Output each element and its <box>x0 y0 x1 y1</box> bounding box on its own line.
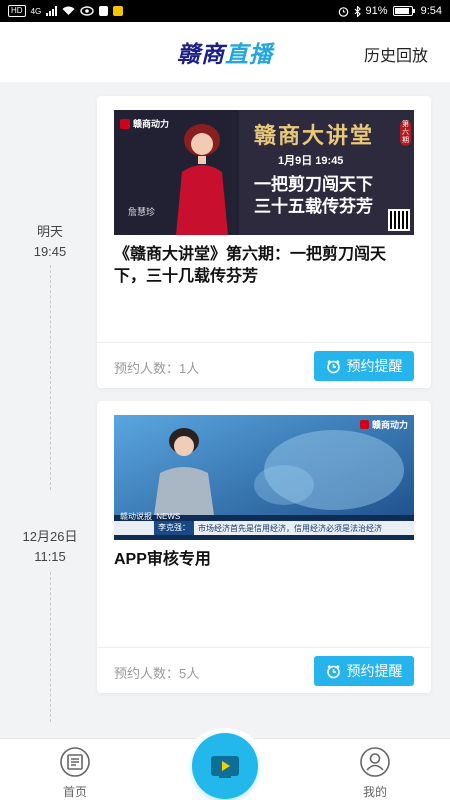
live-thumbnail[interactable]: 赣商动力 赣商大讲堂 第六期 1月9日 19:45 一把剪刀闯天下 三十五载传芬… <box>114 110 414 235</box>
live-card[interactable]: 赣商动力 赣动说报 NEWS 李克强： 市场经济首先是信用经济，信用经济必须是法… <box>97 401 431 693</box>
brand-logo-icon <box>120 118 130 129</box>
remind-label: 预约提醒 <box>346 663 403 679</box>
subscribe-count: 预约人数：5人 <box>114 666 200 681</box>
timeline-line <box>50 572 51 722</box>
bluetooth-icon <box>354 5 361 17</box>
live-button[interactable] <box>192 733 258 799</box>
thumb-tag-cn: 赣动说报 <box>120 512 152 521</box>
network-type: 4G <box>30 6 42 16</box>
remind-label: 预约提醒 <box>346 358 403 374</box>
subscribe-count: 预约人数：1人 <box>114 361 200 376</box>
nav-mine-label: 我的 <box>362 785 387 799</box>
nav-home-label: 首页 <box>62 785 87 799</box>
history-replay-link[interactable]: 历史回放 <box>364 42 428 66</box>
thumb-speaker: 詹慧珍 <box>128 207 156 217</box>
thumb-brand-name: 赣商动力 <box>371 420 408 430</box>
thumb-brand: 赣商动力 <box>359 418 408 431</box>
card-footer: 预约人数：1人 预约提醒 <box>97 342 431 388</box>
thumb-brand: 赣商动力 <box>120 117 169 130</box>
live-title[interactable]: 《赣商大讲堂》第六期：一把剪刀闯天下，三十几载传芬芳 <box>114 244 417 288</box>
timeline-time-2: 12月26日 11:15 <box>0 527 100 567</box>
timeline-clock: 19:45 <box>33 244 67 259</box>
thumb-speaker: 李克强： <box>154 521 194 535</box>
nav-mine[interactable]: 我的 <box>335 745 415 800</box>
nav-home[interactable]: 首页 <box>35 745 115 800</box>
thumb-tag-en: NEWS <box>156 512 181 521</box>
live-title[interactable]: APP审核专用 <box>114 549 417 571</box>
timeline-day: 明天 <box>36 224 63 239</box>
thumb-ticker-row: 李克强： 市场经济首先是信用经济，信用经济必须是法治经济 <box>114 521 414 535</box>
card-footer: 预约人数：5人 预约提醒 <box>97 647 431 693</box>
thumb-series: 赣商大讲堂 <box>254 123 375 148</box>
logo-text-zhibo: 直播 <box>225 41 273 67</box>
thumb-line2: 三十五载传芬芳 <box>254 197 373 216</box>
timeline-line <box>50 265 51 490</box>
thumb-date: 1月9日 19:45 <box>278 155 344 167</box>
timeline-day: 12月26日 <box>22 529 78 544</box>
wifi-icon <box>62 6 75 15</box>
thumb-brand-name: 赣商动力 <box>133 119 170 129</box>
qr-code-icon <box>388 209 410 231</box>
hd-indicator: HD <box>8 5 26 17</box>
live-card[interactable]: 赣商动力 赣商大讲堂 第六期 1月9日 19:45 一把剪刀闯天下 三十五载传芬… <box>97 96 431 388</box>
logo-text-ganshang: 赣商 <box>177 41 225 67</box>
clock: 9:54 <box>420 5 442 17</box>
alarm-clock-icon <box>326 359 340 373</box>
timeline-time-1: 明天 19:45 <box>0 222 100 262</box>
eye-icon <box>80 6 94 16</box>
play-icon <box>211 756 239 778</box>
app-header: 赣商 直播 历史回放 <box>0 22 450 82</box>
nfc-icon <box>99 6 109 16</box>
brand-logo-icon <box>359 420 369 429</box>
battery-level <box>394 8 410 14</box>
timeline-clock: 11:15 <box>34 549 66 564</box>
status-left: HD 4G <box>8 5 124 17</box>
notification-icon <box>113 6 124 16</box>
battery-icon <box>392 6 415 16</box>
user-icon <box>360 747 390 777</box>
live-thumbnail[interactable]: 赣商动力 赣动说报 NEWS 李克强： 市场经济首先是信用经济，信用经济必须是法… <box>114 415 414 540</box>
status-right: 91% 9:54 <box>338 5 442 17</box>
thumb-issue: 第六期 <box>400 120 411 146</box>
status-bar: HD 4G 91% 9:54 <box>0 0 450 22</box>
home-icon <box>60 747 90 777</box>
alarm-clock-icon <box>326 664 340 678</box>
battery-percent: 91% <box>365 5 388 17</box>
remind-button[interactable]: 预约提醒 <box>314 351 414 381</box>
remind-button[interactable]: 预约提醒 <box>314 656 414 686</box>
thumb-ticker: 市场经济首先是信用经济，信用经济必须是法治经济 <box>198 523 382 533</box>
alarm-icon <box>338 6 348 17</box>
signal-icon <box>46 6 58 16</box>
